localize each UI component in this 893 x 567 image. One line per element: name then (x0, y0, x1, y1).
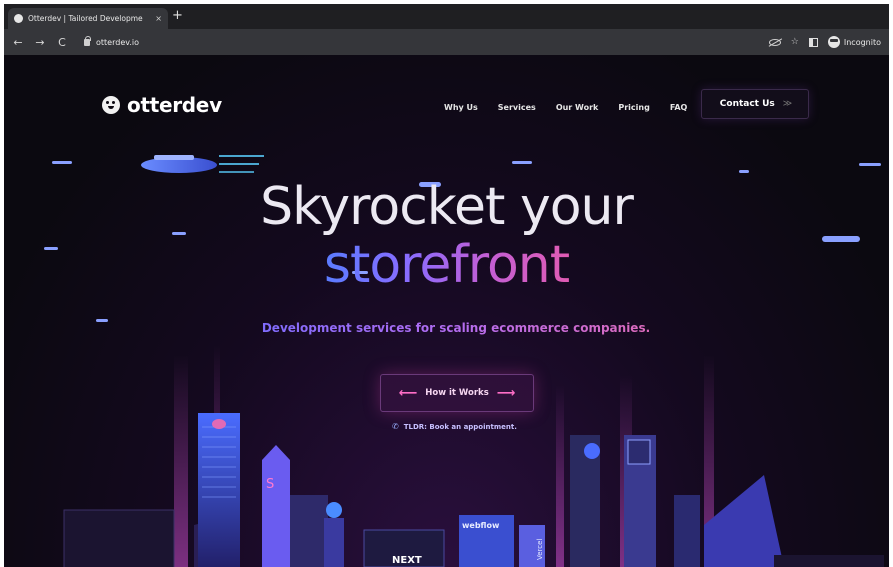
incognito-label: Incognito (843, 37, 881, 47)
nav-why-us[interactable]: Why Us (444, 103, 478, 112)
side-panel-icon[interactable] (808, 37, 818, 47)
nav-pricing[interactable]: Pricing (618, 103, 649, 112)
lock-icon (84, 35, 91, 46)
arrow-right-icon: ⟶ (496, 385, 516, 401)
main-nav: Why Us Services Our Work Pricing FAQ (444, 93, 687, 121)
close-tab-icon[interactable]: × (155, 14, 162, 23)
space-background: S webflow NEXT Vercel (44, 155, 884, 567)
new-tab-button[interactable]: + (172, 8, 183, 24)
site-logo[interactable]: otterdev (102, 93, 222, 117)
url-text[interactable]: otterdev.io (96, 38, 139, 47)
browser-tab[interactable]: Otterdev | Tailored Developme × (8, 8, 168, 29)
toolbar-actions: ☆ Incognito (768, 36, 881, 48)
tab-strip: Otterdev | Tailored Developme × + (4, 4, 889, 29)
contact-label: Contact Us (719, 99, 775, 109)
bookmark-star-icon[interactable]: ☆ (791, 37, 799, 47)
hero-gradient-text: storefront (323, 235, 570, 295)
arrow-left-icon: ⟵ (398, 385, 418, 401)
hero-subtitle: Development services for scaling ecommer… (240, 321, 672, 335)
vercel-logo: Vercel (536, 539, 544, 560)
hero-heading-line1: Skyrocket your (260, 177, 634, 237)
reload-button[interactable]: C (56, 36, 68, 49)
nav-our-work[interactable]: Our Work (556, 103, 599, 112)
double-chevron-right-icon: ≫ (782, 99, 793, 109)
nav-services[interactable]: Services (498, 103, 536, 112)
hero-subtitle-wrap: Development services for scaling ecommer… (240, 321, 672, 341)
back-button[interactable]: ← (12, 36, 24, 49)
eye-off-icon[interactable] (768, 38, 781, 46)
contact-us-button[interactable]: Contact Us ≫ (701, 89, 809, 119)
how-it-works-label: How it Works (425, 388, 489, 398)
incognito-icon (827, 36, 840, 48)
spaceship-icon (141, 155, 264, 173)
hero-heading-line2: storefront (4, 235, 889, 295)
incognito-indicator[interactable]: Incognito (827, 36, 881, 48)
browser-window: Otterdev | Tailored Developme × + ← → C … (4, 4, 889, 567)
address-bar[interactable]: otterdev.io (84, 35, 139, 47)
website-page: S webflow NEXT Vercel otterdev Why Us Se… (4, 55, 889, 567)
otter-favicon-icon (14, 14, 23, 23)
brand-name: otterdev (127, 93, 222, 117)
browser-toolbar: ← → C otterdev.io ☆ Incognito (4, 29, 889, 55)
tldr-label: TLDR: Book an appointment. (403, 422, 517, 431)
next-logo: NEXT (392, 555, 422, 566)
tab-title: Otterdev | Tailored Developme (28, 14, 143, 23)
s-letter-logo: S (266, 477, 274, 492)
phone-icon: ✆ (392, 422, 399, 431)
how-it-works-button[interactable]: ⟵ How it Works ⟶ (380, 374, 534, 412)
webflow-logo: webflow (462, 521, 500, 530)
tldr-link[interactable]: ✆ TLDR: Book an appointment. (392, 422, 517, 431)
otter-icon (102, 96, 120, 114)
forward-button[interactable]: → (34, 36, 46, 49)
nav-faq[interactable]: FAQ (670, 103, 688, 112)
